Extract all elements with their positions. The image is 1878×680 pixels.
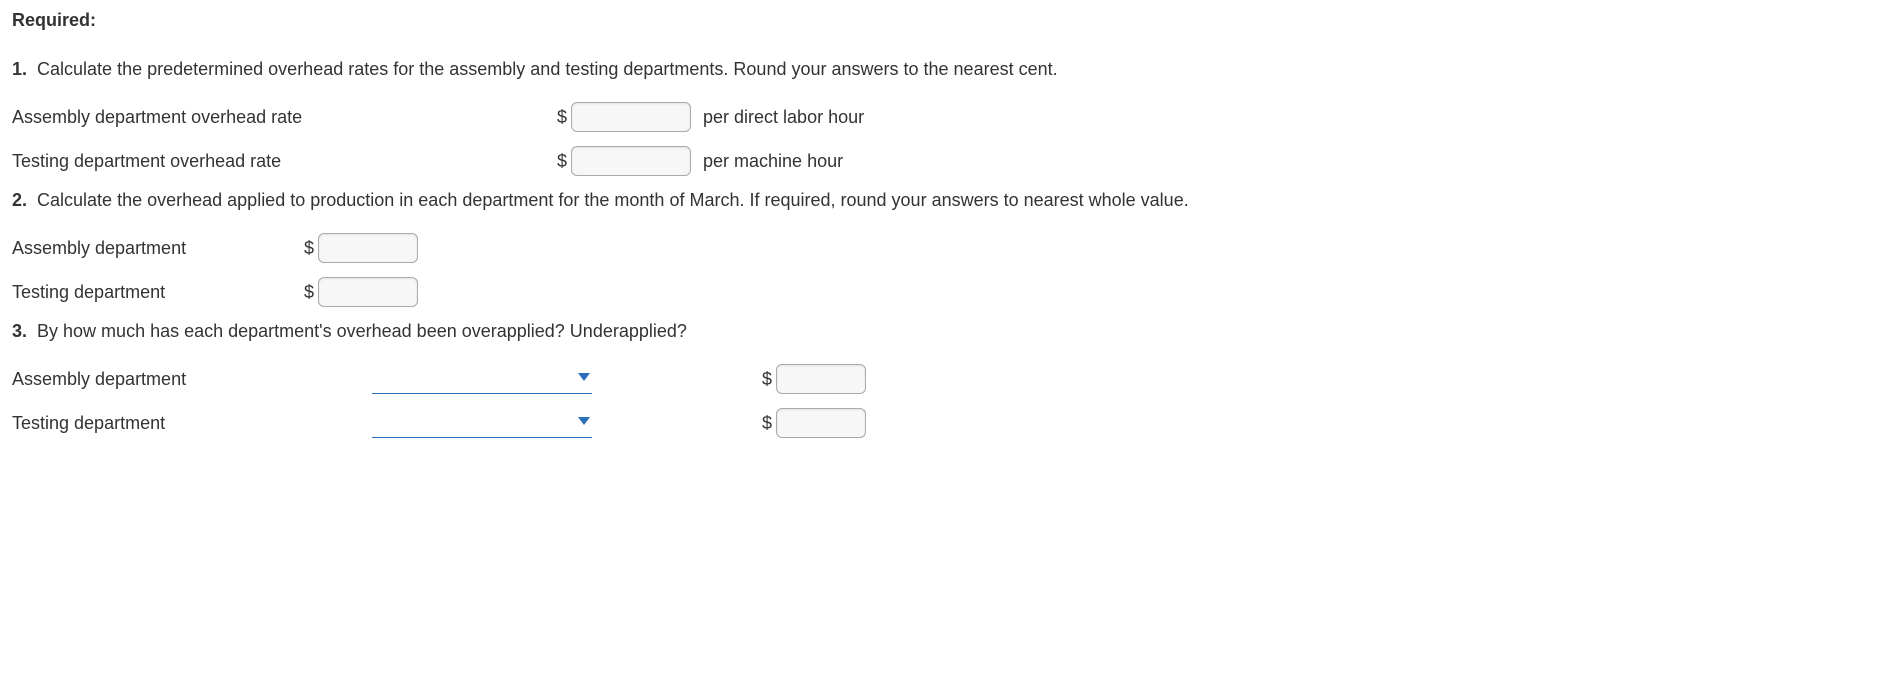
q1-row-assembly: Assembly department overhead rate $ per … bbox=[12, 102, 1866, 132]
q2-text: Calculate the overhead applied to produc… bbox=[37, 190, 1189, 210]
currency-symbol: $ bbox=[762, 369, 772, 390]
q2-testing-label: Testing department bbox=[12, 282, 304, 303]
q1-row-testing: Testing department overhead rate $ per m… bbox=[12, 146, 1866, 176]
currency-symbol: $ bbox=[557, 107, 567, 128]
q2-assembly-label: Assembly department bbox=[12, 238, 304, 259]
q1-testing-suffix: per machine hour bbox=[703, 151, 843, 172]
q3-text: By how much has each department's overhe… bbox=[37, 321, 687, 341]
q2-testing-input[interactable] bbox=[318, 277, 418, 307]
q3-assembly-select[interactable] bbox=[372, 365, 592, 394]
q1-assembly-label: Assembly department overhead rate bbox=[12, 107, 557, 128]
q1-assembly-input[interactable] bbox=[571, 102, 691, 132]
question-3: 3. By how much has each department's ove… bbox=[12, 321, 1866, 342]
q1-testing-input[interactable] bbox=[571, 146, 691, 176]
currency-symbol: $ bbox=[304, 238, 314, 259]
required-heading: Required: bbox=[12, 10, 1866, 31]
q2-assembly-input[interactable] bbox=[318, 233, 418, 263]
currency-symbol: $ bbox=[304, 282, 314, 303]
q3-assembly-input[interactable] bbox=[776, 364, 866, 394]
q3-testing-input[interactable] bbox=[776, 408, 866, 438]
q3-row-assembly: Assembly department $ bbox=[12, 364, 1866, 394]
q3-assembly-label: Assembly department bbox=[12, 369, 372, 390]
q1-number: 1. bbox=[12, 59, 27, 79]
question-2: 2. Calculate the overhead applied to pro… bbox=[12, 190, 1866, 211]
currency-symbol: $ bbox=[557, 151, 567, 172]
q3-row-testing: Testing department $ bbox=[12, 408, 1866, 438]
q1-text: Calculate the predetermined overhead rat… bbox=[37, 59, 1058, 79]
q2-number: 2. bbox=[12, 190, 27, 210]
question-1: 1. Calculate the predetermined overhead … bbox=[12, 59, 1866, 80]
q2-row-assembly: Assembly department $ bbox=[12, 233, 1866, 263]
q3-testing-label: Testing department bbox=[12, 413, 372, 434]
q3-testing-select[interactable] bbox=[372, 409, 592, 438]
q1-assembly-suffix: per direct labor hour bbox=[703, 107, 864, 128]
q3-number: 3. bbox=[12, 321, 27, 341]
q2-row-testing: Testing department $ bbox=[12, 277, 1866, 307]
currency-symbol: $ bbox=[762, 413, 772, 434]
q1-testing-label: Testing department overhead rate bbox=[12, 151, 557, 172]
